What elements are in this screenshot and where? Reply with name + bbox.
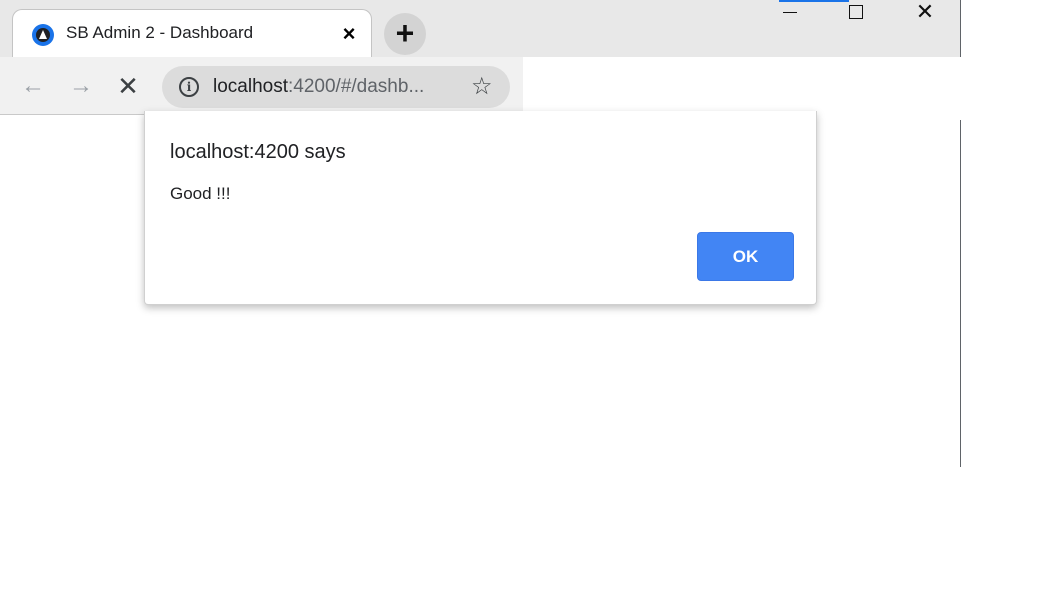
alert-dialog: localhost:4200 says Good !!! OK (144, 111, 817, 305)
minimize-button[interactable] (779, 0, 849, 26)
maximize-button[interactable] (833, 0, 879, 26)
dialog-title: localhost:4200 says (170, 141, 346, 163)
ok-button[interactable]: OK (697, 232, 794, 281)
tab-dashboard[interactable]: SB Admin 2 - Dashboard × (12, 9, 372, 59)
browser-window: SB Admin 2 - Dashboard × + ✕ ← → ✕ i loc… (0, 0, 961, 467)
tab-title: SB Admin 2 - Dashboard (66, 23, 254, 42)
url-host: localhost (213, 76, 288, 97)
stop-loading-icon[interactable]: ✕ (112, 70, 144, 102)
url-path: :4200/#/dashb... (288, 76, 425, 97)
bookmark-star-icon[interactable]: ☆ (471, 73, 493, 101)
tab-strip: SB Admin 2 - Dashboard × + ✕ (0, 0, 960, 59)
window-close-button[interactable]: ✕ (902, 0, 948, 26)
tab-close-icon[interactable]: × (336, 21, 362, 47)
info-icon[interactable]: i (179, 77, 199, 97)
angular-logo-icon (32, 24, 54, 46)
forward-icon[interactable]: → (65, 70, 97, 102)
dialog-message: Good !!! (170, 184, 231, 203)
browser-toolbar: ← → ✕ i localhost:4200/#/dashb... ☆ (0, 57, 523, 115)
maximize-icon (849, 5, 863, 19)
minimize-icon (783, 12, 797, 13)
back-icon[interactable]: ← (17, 70, 49, 102)
address-bar[interactable]: i localhost:4200/#/dashb... ☆ (162, 66, 510, 108)
url-text[interactable]: localhost:4200/#/dashb... (213, 76, 424, 98)
new-tab-button[interactable]: + (384, 13, 426, 55)
